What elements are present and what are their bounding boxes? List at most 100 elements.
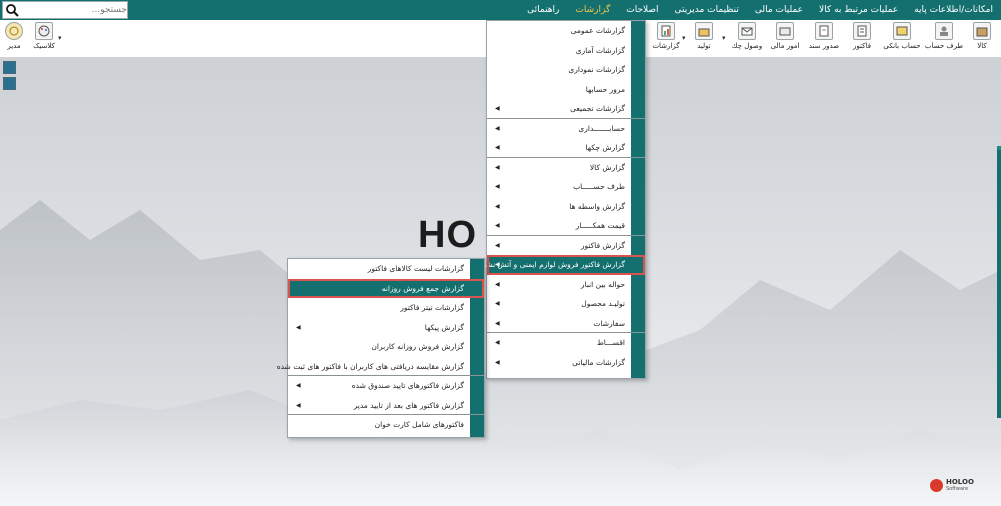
submenu-arrow-icon: ◀ [495,319,500,327]
menu-cheque-reports[interactable]: گزارش چکها ◀ [487,138,645,158]
toolbar-dropdown-arrow-icon[interactable]: ▾ [58,34,62,42]
submenu-arrow-icon: ◀ [495,300,500,307]
menu-product-production[interactable]: تولیـد محصول ◀ [487,294,645,314]
main-menu-bar: امکانات/اطلاعات پایه عملیات مرتبط به کال… [0,0,1001,20]
menu-management-settings[interactable]: تنظیمات مدیریتی [667,0,747,20]
account-party-button[interactable]: طرف حساب [925,22,963,50]
invoice-button[interactable]: فاکتور [850,22,874,50]
menu-accounting[interactable]: حسابـــــــداری ◀ [487,119,645,139]
cheque-collection-button[interactable]: وصول چك [731,22,763,50]
production-icon [695,22,713,40]
issue-document-button[interactable]: صدور سند [808,22,840,50]
financial-affairs-button[interactable]: امور مالی [770,22,800,50]
menu-aggregate-reports[interactable]: گزارشات تجمیعی ◀ [487,99,645,119]
person-icon [935,22,953,40]
box-icon [973,22,991,40]
menu-partner-price[interactable]: قیمت همکـــــار ◀ [487,216,645,236]
info-icon[interactable] [3,61,16,74]
submenu-arrow-icon: ◀ [495,163,500,171]
submenu-users-receipts-comparison[interactable]: گزارش مقایسه دریافتی های کاربران با فاکت… [277,357,484,376]
submenu-invoice-headers[interactable]: گزارشات تیتر فاکتور [288,298,484,318]
background-logo-text: HO [418,214,477,256]
invoice-button-label: فاکتور [853,42,871,50]
issue-document-button-label: صدور سند [808,42,840,50]
classic-theme-button-label: کلاسیک [33,42,55,50]
reports-dropdown-menu: گزارشات عمومی گزارشات آماری گزارشات نمود… [476,20,646,379]
document-icon [815,22,833,40]
submenu-invoice-items-list[interactable]: گزارشات لیست کالاهای فاکتور [288,259,484,279]
submenu-arrow-icon: ◀ [495,241,500,249]
image-icon[interactable] [3,77,16,90]
menu-chart-reports[interactable]: گزارشات نموداری [487,60,645,80]
menu-installments[interactable]: اقســـاط ◀ [487,333,645,353]
goods-button[interactable]: کالا [970,22,994,50]
financial-affairs-button-label: امور مالی [770,42,800,50]
bank-account-button-label: حساب بانکی [883,42,921,50]
submenu-manager-approved-invoices[interactable]: گزارش فاکتور های بعد از تایید مدیر ◀ [288,396,484,415]
submenu-arrow-icon: ◀ [495,144,500,151]
submenu-arrow-icon: ◀ [495,202,500,210]
submenu-card-reader-invoices[interactable]: فاکتورهای شامل کارت خوان [288,415,484,435]
submenu-arrow-icon: ◀ [495,261,500,268]
report-icon [657,22,675,40]
submenu-arrow-icon: ◀ [495,339,500,346]
menu-goods-report[interactable]: گزارش کالا ◀ [487,158,645,178]
production-button[interactable]: تولید [692,22,716,50]
menu-account-party[interactable]: طرف حســـــاب ◀ [487,177,645,197]
menu-reports[interactable]: گزارشات [567,0,618,20]
menu-tax-reports[interactable]: گزارشات مالیاتی ◀ [487,353,645,373]
toolbar-dropdown-arrow-icon[interactable]: ▾ [722,34,726,42]
logo-tagline: Software [946,486,969,492]
search-input[interactable] [19,3,127,17]
bank-account-button[interactable]: حساب بانکی [883,22,921,50]
menu-help[interactable]: راهنمائی [519,0,567,20]
submenu-arrow-icon: ◀ [495,222,500,229]
manager-button[interactable]: مدیر [2,22,26,50]
menu-corrections[interactable]: اصلاحات [618,0,666,20]
reports-button[interactable]: گزارشات [652,22,680,50]
submenu-cashbox-confirmed-invoices[interactable]: گزارش فاکتورهای تایید صندوق شده ◀ [288,376,484,396]
finance-icon [776,22,794,40]
menu-safety-sales-invoice-report[interactable]: گزارش فاکتور فروش لوازم ایمنی و آتش نشان… [476,255,645,275]
search-icon[interactable] [5,3,19,17]
submenu-daily-sales-total[interactable]: گزارش جمع فروش روزانه [288,278,484,298]
menu-invoice-report[interactable]: گزارش فاکتور ◀ [487,236,645,256]
menu-statistical-reports[interactable]: گزارشات آماری [487,41,645,61]
menu-financial-operations[interactable]: عملیات مالی [747,0,811,20]
production-button-label: تولید [697,42,711,50]
palette-icon [35,22,53,40]
menu-accounts-review[interactable]: مرور حسابها [487,80,645,100]
menu-general-reports[interactable]: گزارشات عمومی [487,21,645,41]
submenu-arrow-icon: ◀ [495,358,500,366]
cheque-collection-button-label: وصول چك [731,42,763,50]
submenu-arrow-icon: ◀ [495,105,500,112]
submenu-arrow-icon: ◀ [495,280,500,288]
submenu-couriers-report[interactable]: گزارش پیکها ◀ [288,318,484,338]
toolbar-dropdown-arrow-icon[interactable]: ▾ [682,34,686,42]
logo-mark-icon [930,479,943,492]
vertical-scrollbar[interactable] [997,150,1001,418]
menu-warehouse-transfer[interactable]: حواله بین انبار ◀ [487,275,645,295]
goods-button-label: کالا [977,42,987,50]
logo-name: HOLOO [946,478,974,486]
menu-basic-info[interactable]: امکانات/اطلاعات پایه [906,0,1001,20]
submenu-arrow-icon: ◀ [296,323,301,331]
account-party-button-label: طرف حساب [924,42,964,50]
menu-orders[interactable]: سفارشات ◀ [487,314,645,333]
submenu-arrow-icon: ◀ [495,183,500,190]
submenu-arrow-icon: ◀ [296,401,301,409]
menu-intermediary-reports[interactable]: گزارش واسطه ها ◀ [487,197,645,217]
menu-goods-operations[interactable]: عملیات مرتبط به کالا [811,0,906,20]
manager-icon [5,22,23,40]
classic-theme-button[interactable]: کلاسیک [32,22,56,50]
submenu-arrow-icon: ◀ [296,382,301,389]
holoo-logo: HOLOO Software [930,479,974,492]
submenu-arrow-icon: ◀ [495,124,500,132]
invoice-icon [853,22,871,40]
reports-button-label: گزارشات [652,42,680,50]
safety-sales-submenu: گزارشات لیست کالاهای فاکتور گزارش جمع فر… [277,258,485,438]
submenu-users-daily-sales[interactable]: گزارش فروش روزانه کاربران [288,337,484,357]
manager-button-label: مدیر [7,42,21,50]
search-box [2,1,128,19]
check-icon [738,22,756,40]
